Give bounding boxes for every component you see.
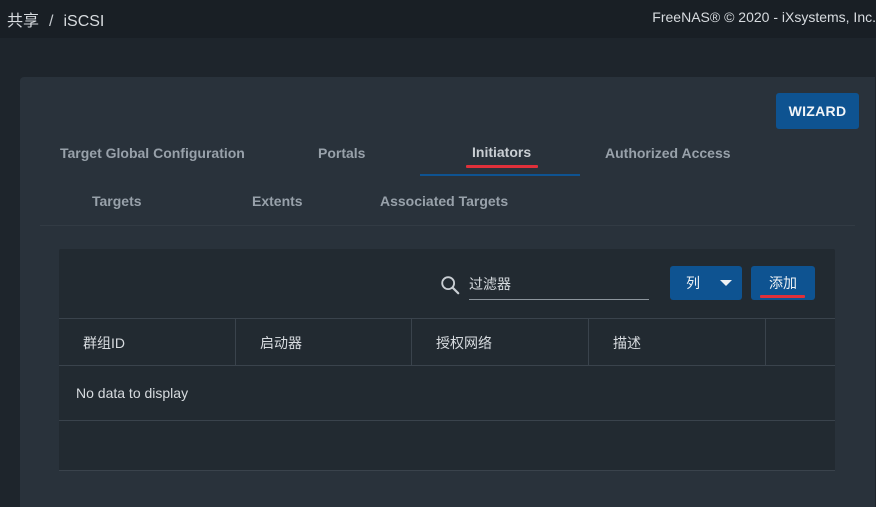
tab-portals[interactable]: Portals [318,145,365,161]
search-icon[interactable] [439,274,461,296]
table-toolbar: 列 添加 [59,249,835,319]
tab-initiators[interactable]: Initiators [472,144,531,160]
tab-associated-targets[interactable]: Associated Targets [380,193,508,209]
active-tab-ink-bar [420,174,580,176]
copyright-text: FreeNAS® © 2020 - iXsystems, Inc. [652,9,876,25]
column-header-actions [766,319,835,366]
tab-targets[interactable]: Targets [92,193,142,209]
initiators-table: 列 添加 群组ID 启动器 授权网络 描述 No data to display [59,249,835,471]
add-button-highlight [760,295,805,298]
iscsi-card: WIZARD Target Global Configuration Porta… [20,77,875,507]
caret-down-icon [720,280,732,286]
top-bar: 共享 / iSCSI FreeNAS® © 2020 - iXsystems, In… [0,0,876,38]
wizard-button[interactable]: WIZARD [776,93,859,129]
empty-table-message: No data to display [59,366,835,421]
tab-target-global-configuration[interactable]: Target Global Configuration [60,145,245,161]
column-header-authorized-network[interactable]: 授权网络 [412,319,589,366]
column-header-description[interactable]: 描述 [589,319,766,366]
column-header-group-id[interactable]: 群组ID [59,319,236,366]
table-header: 群组ID 启动器 授权网络 描述 [59,318,835,366]
filter-input[interactable] [469,271,649,300]
breadcrumb-item-iscsi: iSCSI [63,13,105,30]
add-button[interactable]: 添加 [751,266,815,300]
columns-button-label: 列 [686,275,700,291]
tabs-divider [40,225,855,226]
breadcrumb: 共享 / iSCSI [7,7,104,31]
breadcrumb-separator: / [49,13,54,30]
table-footer [59,421,835,471]
column-header-initiators[interactable]: 启动器 [236,319,412,366]
tab-authorized-access[interactable]: Authorized Access [605,145,731,161]
add-button-label: 添加 [769,275,797,291]
active-tab-highlight [466,165,538,168]
columns-button[interactable]: 列 [670,266,742,300]
breadcrumb-item-share[interactable]: 共享 [7,13,39,30]
tab-extents[interactable]: Extents [252,193,303,209]
